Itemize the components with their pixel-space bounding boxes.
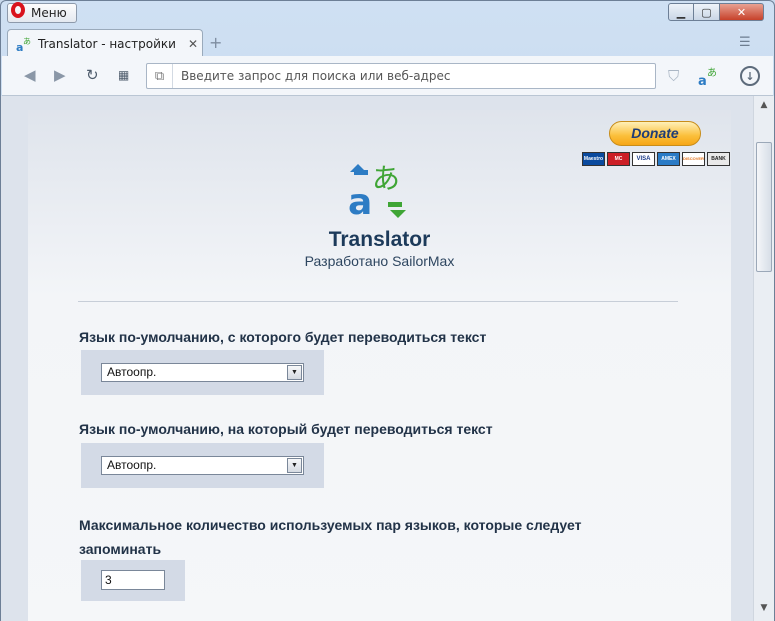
tab-title: Translator - настройки xyxy=(38,36,176,51)
divider xyxy=(78,301,678,302)
extension-puzzle-icon[interactable]: ⧉ xyxy=(147,64,173,88)
bank-card-icon: BANK xyxy=(707,152,730,166)
chevron-down-icon[interactable]: ▼ xyxy=(287,458,302,473)
target-language-select[interactable]: Автоопр. ▼ xyxy=(101,456,304,475)
reload-icon[interactable]: ↻ xyxy=(86,66,99,84)
source-language-value: Автоопр. xyxy=(107,365,157,379)
address-input[interactable]: Введите запрос для поиска или веб-адрес xyxy=(173,69,450,83)
donate-button[interactable]: Donate xyxy=(609,121,701,146)
target-language-label: Язык по-умолчанию, на который будет пере… xyxy=(79,421,493,437)
translator-logo-icon: a あ xyxy=(348,162,406,222)
source-language-select[interactable]: Автоопр. ▼ xyxy=(101,363,304,382)
max-pairs-input[interactable]: 3 xyxy=(101,570,165,590)
speed-dial-icon[interactable]: ▦ xyxy=(118,68,129,82)
mastercard-icon: MC xyxy=(607,152,630,166)
translator-extension-icon[interactable]: a あ xyxy=(698,66,718,89)
shield-icon[interactable]: ⛉ xyxy=(668,67,684,85)
page-viewport: Donate Maestro MC VISA AMEX DISCOVER BAN… xyxy=(1,96,753,621)
close-window-icon[interactable]: ✕ xyxy=(720,3,764,21)
tab-menu-icon[interactable]: ☰ xyxy=(739,35,751,50)
new-tab-icon[interactable]: + xyxy=(209,33,222,52)
tab-close-icon[interactable]: ✕ xyxy=(184,37,202,51)
settings-page: Donate Maestro MC VISA AMEX DISCOVER BAN… xyxy=(28,110,731,621)
source-language-box: Автоопр. ▼ xyxy=(81,350,324,395)
address-bar[interactable]: ⧉ Введите запрос для поиска или веб-адре… xyxy=(146,63,656,89)
svg-text:あ: あ xyxy=(707,67,717,79)
target-language-box: Автоопр. ▼ xyxy=(81,443,324,488)
opera-menu-button[interactable]: Меню xyxy=(7,2,77,23)
scroll-down-icon[interactable]: ▼ xyxy=(757,603,771,617)
back-icon[interactable]: ◀ xyxy=(24,66,36,84)
svg-text:a: a xyxy=(348,182,372,222)
scroll-up-icon[interactable]: ▲ xyxy=(757,100,771,114)
maestro-card-icon: Maestro xyxy=(582,152,605,166)
app-title: Translator xyxy=(328,228,431,251)
translator-favicon-icon: a あ xyxy=(16,36,32,54)
forward-icon[interactable]: ▶ xyxy=(54,66,66,84)
discover-card-icon: DISCOVER xyxy=(682,152,705,166)
navigation-toolbar: ◀ ▶ ↻ ▦ ⧉ Введите запрос для поиска или … xyxy=(2,56,773,96)
opera-logo-icon xyxy=(11,2,25,18)
source-language-label: Язык по-умолчанию, с которого будет пере… xyxy=(79,329,487,345)
visa-card-icon: VISA xyxy=(632,152,655,166)
amex-card-icon: AMEX xyxy=(657,152,680,166)
window-controls: ▁ ▢ ✕ xyxy=(668,3,764,21)
scroll-thumb[interactable] xyxy=(756,142,772,272)
svg-text:あ: あ xyxy=(23,37,31,46)
maximize-icon[interactable]: ▢ xyxy=(694,3,720,21)
vertical-scrollbar[interactable]: ▲ ▼ xyxy=(753,96,774,621)
download-icon[interactable]: ↓ xyxy=(740,66,760,86)
svg-text:あ: あ xyxy=(372,162,400,195)
max-pairs-label: Максимальное количество используемых пар… xyxy=(79,517,582,557)
app-subtitle: Разработано SailorMax xyxy=(304,253,455,269)
menu-label: Меню xyxy=(31,6,67,20)
target-language-value: Автоопр. xyxy=(107,458,157,472)
svg-text:a: a xyxy=(698,74,707,86)
max-pairs-box: 3 xyxy=(81,560,185,601)
payment-cards: Maestro MC VISA AMEX DISCOVER BANK xyxy=(582,152,730,166)
chevron-down-icon[interactable]: ▼ xyxy=(287,365,302,380)
minimize-icon[interactable]: ▁ xyxy=(668,3,694,21)
tab-translator-settings[interactable]: a あ Translator - настройки ✕ xyxy=(7,29,203,57)
